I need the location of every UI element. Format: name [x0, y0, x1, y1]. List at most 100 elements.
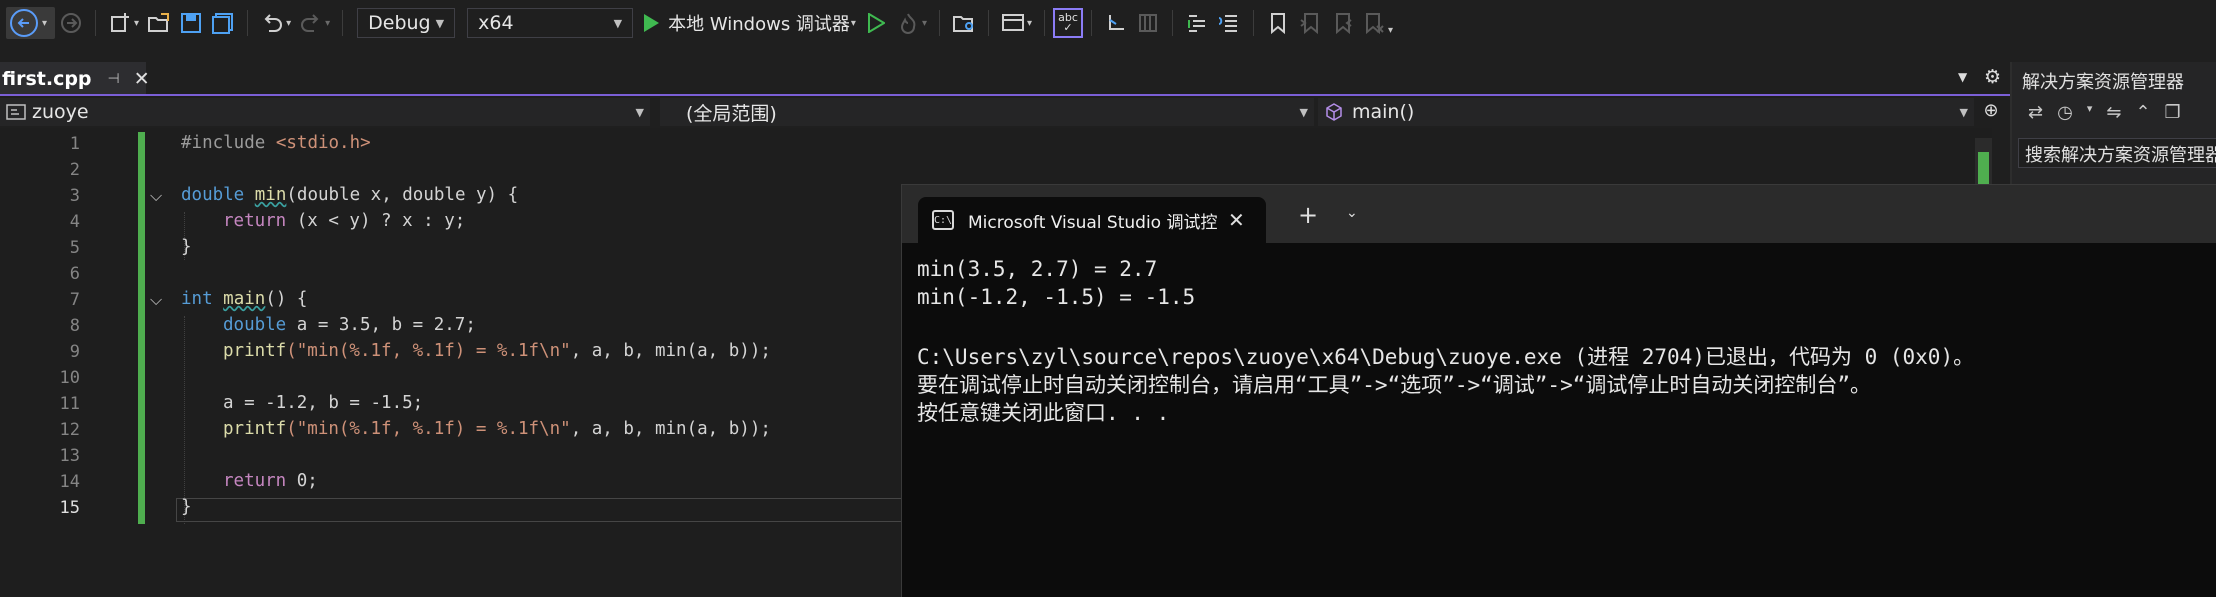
next-bookmark-icon[interactable] — [1329, 8, 1355, 38]
chevron-down-icon[interactable]: ▾ — [325, 18, 330, 29]
configuration-select[interactable]: Debug ▼ — [357, 8, 456, 38]
navigate-back-group[interactable]: ▾ — [6, 7, 56, 39]
start-debugging-label: 本地 Windows 调试器 — [668, 14, 850, 35]
undo-icon[interactable] — [259, 8, 285, 38]
toolbar-separator — [1253, 10, 1255, 36]
console-tab-title: Microsoft Visual Studio 调试控 — [968, 212, 1218, 233]
debug-console-window[interactable]: C:\ Microsoft Visual Studio 调试控 ✕ + ⌄ mi… — [901, 184, 2216, 597]
navigate-forward-icon[interactable] — [58, 8, 84, 38]
gear-icon[interactable]: ⚙ — [1984, 66, 2001, 88]
code-line-3: double min(double x, double y) { — [181, 185, 519, 205]
close-icon[interactable]: ✕ — [134, 68, 150, 90]
line-number: 6 — [69, 264, 80, 284]
tab-first-cpp[interactable]: first.cpp ⊣ ✕ — [0, 62, 150, 96]
toolbar-separator — [987, 10, 989, 36]
redo-icon[interactable] — [298, 8, 324, 38]
line-number: 8 — [69, 316, 80, 336]
line-number: 14 — [59, 472, 80, 492]
solution-explorer-toolbar: ⇄ ◷ ▾ ⇋ ⌃ ❐ — [2028, 102, 2181, 123]
cube-icon — [1326, 103, 1342, 121]
line-number: 10 — [59, 368, 80, 388]
chevron-down-icon[interactable]: ▾ — [134, 18, 139, 29]
line-number: 2 — [69, 160, 80, 180]
split-editor-icon[interactable]: ⊕ — [1980, 100, 2002, 124]
project-select[interactable]: zuoye ▼ — [0, 98, 650, 126]
configuration-value: Debug — [368, 12, 431, 34]
chevron-down-icon: ▼ — [635, 105, 644, 119]
new-tab-icon[interactable]: + — [1298, 201, 1318, 229]
project-icon — [6, 104, 26, 120]
toolbar-separator — [247, 10, 249, 36]
chevron-down-icon[interactable]: ⌄ — [1346, 205, 1358, 221]
clear-bookmarks-icon[interactable] — [1361, 8, 1387, 38]
panel-title: 解决方案资源管理器 — [2022, 72, 2184, 93]
chevron-down-icon[interactable]: ▾ — [2087, 102, 2093, 123]
toolbar-separator — [342, 10, 344, 36]
solution-search-input[interactable]: 搜索解决方案资源管理器 — [2018, 138, 2216, 168]
console-output-line: C:\Users\zyl\source\repos\zuoye\x64\Debu… — [917, 345, 1975, 369]
history-icon[interactable]: ◷ — [2057, 102, 2073, 123]
collapse-all-icon[interactable]: ⌃ — [2135, 102, 2150, 123]
console-tab[interactable]: C:\ Microsoft Visual Studio 调试控 ✕ — [918, 197, 1266, 243]
hot-reload-icon[interactable] — [895, 8, 921, 38]
navigate-back-icon[interactable] — [10, 9, 38, 37]
code-line-15: } — [181, 497, 192, 517]
indent-guide — [184, 316, 185, 524]
chevron-down-icon[interactable]: ▾ — [922, 18, 927, 29]
line-number: 1 — [69, 134, 80, 154]
chevron-down-icon[interactable]: ▾ — [42, 18, 47, 29]
sync-document-icon[interactable]: ⇄ — [2028, 102, 2043, 123]
navigation-bar: zuoye ▼ (全局范围) ▼ main() ▼ ⊕ — [0, 98, 2010, 128]
line-number: 5 — [69, 238, 80, 258]
code-line-7: int main() { — [181, 289, 308, 309]
open-folder-icon[interactable] — [146, 8, 172, 38]
uncomment-lines-icon[interactable] — [1216, 8, 1242, 38]
start-without-debugging-icon[interactable] — [863, 8, 889, 38]
document-tab-strip: first.cpp ⊣ ✕ ▼ ⚙ — [0, 62, 2010, 96]
current-line-highlight — [176, 498, 901, 522]
toolbar-separator — [1044, 10, 1046, 36]
toolbar-separator — [938, 10, 940, 36]
step-into-specific-icon[interactable] — [1103, 8, 1129, 38]
platform-select[interactable]: x64 ▼ — [467, 8, 634, 38]
chevron-down-icon[interactable]: ▾ — [286, 18, 291, 29]
browse-folder-icon[interactable] — [951, 8, 977, 38]
console-output-line: 按任意键关闭此窗口. . . — [917, 401, 1170, 425]
spell-check-icon[interactable]: abc ✓ — [1053, 8, 1084, 38]
fold-chevron-icon[interactable]: ⌵ — [150, 186, 162, 206]
active-tab-accent — [0, 94, 2010, 96]
pin-icon[interactable]: ⊣ — [108, 71, 120, 87]
window-layout-icon[interactable] — [1000, 8, 1026, 38]
previous-bookmark-icon[interactable] — [1297, 8, 1323, 38]
scope-select[interactable]: (全局范围) ▼ — [660, 98, 1314, 126]
save-icon[interactable] — [178, 8, 204, 38]
toolbar-overflow-icon[interactable]: ▾ — [1388, 25, 1393, 36]
line-number: 12 — [59, 420, 80, 440]
format-columns-icon[interactable] — [1135, 8, 1161, 38]
tab-list-dropdown-icon[interactable]: ▼ — [1958, 70, 1967, 84]
tab-label: first.cpp — [2, 68, 92, 90]
toolbar-separator — [1172, 10, 1174, 36]
swap-icon[interactable]: ⇋ — [2106, 102, 2121, 123]
bookmark-icon[interactable] — [1265, 8, 1291, 38]
chevron-down-icon[interactable]: ▾ — [851, 18, 856, 29]
close-icon[interactable]: ✕ — [1228, 208, 1245, 232]
params: (double x, double y) { — [286, 185, 519, 205]
chevron-down-icon: ▼ — [613, 16, 623, 30]
line-number-current: 15 — [59, 498, 80, 518]
start-debugging-button[interactable]: 本地 Windows 调试器 — [642, 8, 850, 38]
console-output-line: min(-1.2, -1.5) = -1.5 — [917, 285, 1196, 309]
copy-icon[interactable]: ❐ — [2165, 102, 2181, 123]
code-line-5: } — [181, 237, 192, 257]
chevron-down-icon: ▼ — [1299, 105, 1308, 119]
save-all-icon[interactable] — [210, 8, 236, 38]
code-line-14: return 0; — [223, 471, 318, 491]
comment-lines-icon[interactable] — [1184, 8, 1210, 38]
new-project-icon[interactable] — [107, 8, 133, 38]
terminal-icon: C:\ — [932, 210, 954, 230]
console-output-line: min(3.5, 2.7) = 2.7 — [917, 257, 1158, 281]
changed-lines-indicator — [138, 132, 145, 524]
fold-chevron-icon[interactable]: ⌵ — [150, 290, 162, 310]
chevron-down-icon[interactable]: ▾ — [1027, 18, 1032, 29]
member-select[interactable]: main() ▼ — [1318, 98, 1974, 126]
